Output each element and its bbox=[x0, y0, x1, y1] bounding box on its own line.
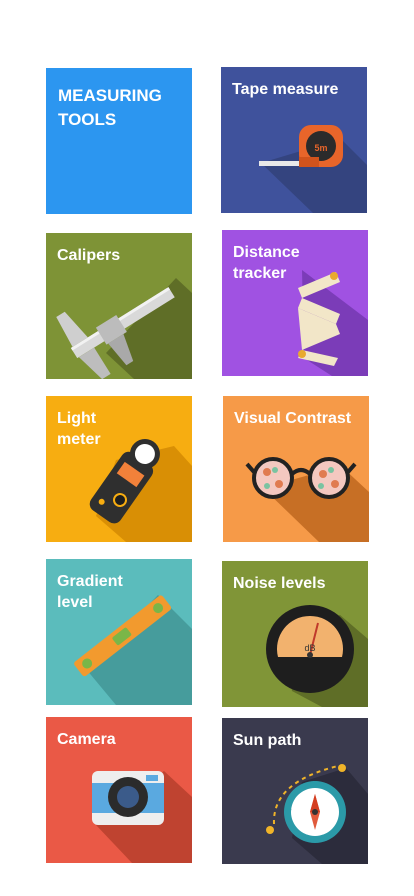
tile-measuring-tools[interactable]: MEASURING TOOLS bbox=[46, 68, 192, 214]
compass-north: N bbox=[312, 781, 317, 788]
tile-label: Sun path bbox=[233, 732, 302, 749]
tile-gradient-level[interactable]: Gradient level bbox=[46, 559, 192, 705]
tile-label: Light meter bbox=[57, 410, 101, 448]
tile-calipers[interactable]: Calipers bbox=[46, 233, 192, 379]
tile-label: Visual Contrast bbox=[234, 410, 352, 427]
tile-sun-path[interactable]: N E S W Sun path bbox=[222, 718, 368, 864]
tile-label: MEASURING TOOLS bbox=[58, 86, 162, 129]
tile-label: Gradient level bbox=[57, 573, 123, 611]
tile-label: Calipers bbox=[57, 247, 121, 264]
tile-label: Tape measure bbox=[232, 81, 339, 98]
compass-south: S bbox=[313, 837, 318, 844]
tile-distance-tracker[interactable]: Distance tracker bbox=[222, 230, 368, 376]
tile-visual-contrast[interactable]: Visual Contrast bbox=[223, 396, 369, 542]
tile-light-meter[interactable]: Light meter bbox=[46, 396, 192, 542]
tape-size-label: 5m bbox=[314, 143, 327, 153]
tile-label: Camera bbox=[57, 731, 116, 748]
compass-east: E bbox=[341, 809, 346, 816]
tile-camera[interactable]: Camera bbox=[46, 717, 192, 863]
tile-tape-measure[interactable]: 5m Tape measure bbox=[221, 67, 367, 213]
tile-label: Distance tracker bbox=[233, 244, 300, 282]
decibel-unit-label: dB bbox=[304, 643, 315, 653]
compass-west: W bbox=[285, 809, 292, 816]
tile-noise-levels[interactable]: dB Noise levels bbox=[222, 561, 368, 707]
tile-label: Noise levels bbox=[233, 575, 326, 592]
